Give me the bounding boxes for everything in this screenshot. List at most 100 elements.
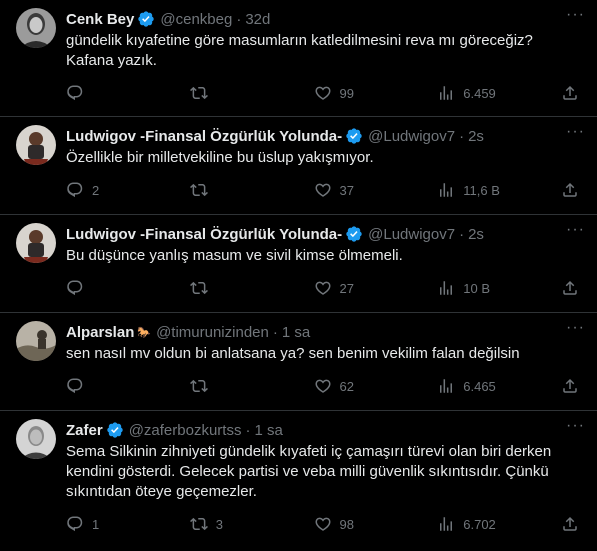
- action-bar: 99 6.459: [66, 83, 583, 103]
- separator: ·: [459, 225, 465, 243]
- timestamp[interactable]: 1 sa: [282, 324, 310, 341]
- author-name[interactable]: Cenk Bey: [66, 11, 134, 28]
- like-button[interactable]: 37: [314, 181, 438, 199]
- reply-button[interactable]: [66, 279, 190, 297]
- tweet-text: Sema Silkinin zihniyeti gündelik kıyafet…: [66, 442, 583, 502]
- reply-button[interactable]: 2: [66, 181, 190, 199]
- more-icon[interactable]: ···: [566, 320, 585, 336]
- horse-emoji-icon: 🐎: [137, 326, 152, 339]
- views-icon: [440, 517, 453, 531]
- more-icon[interactable]: ···: [566, 7, 585, 23]
- views-count: 6.465: [463, 378, 496, 394]
- like-button[interactable]: 27: [314, 279, 438, 297]
- share-button[interactable]: [561, 279, 579, 297]
- tweet-text-line: sen nasıl mv oldun bi anlatsana ya? sen …: [66, 345, 520, 362]
- share-icon: [563, 280, 577, 295]
- tweet-text: sen nasıl mv oldun bi anlatsana ya? sen …: [66, 344, 583, 364]
- views-icon: [440, 379, 453, 393]
- retweet-button[interactable]: [189, 181, 314, 199]
- like-button[interactable]: 99: [314, 84, 438, 102]
- views-count: 10 B: [463, 280, 490, 296]
- timestamp[interactable]: 32d: [245, 11, 270, 28]
- like-count: 27: [339, 280, 354, 296]
- more-icon[interactable]: ···: [566, 418, 585, 434]
- reply-button[interactable]: 1: [66, 515, 190, 533]
- retweet-button[interactable]: [189, 279, 314, 297]
- reply-button[interactable]: [66, 377, 190, 395]
- views-count: 11,6 B: [463, 182, 500, 198]
- verified-badge-icon: [137, 10, 155, 28]
- tweet[interactable]: Alparslan 🐎 @timurunizinden · 1 sa sen n…: [0, 313, 597, 411]
- share-icon: [563, 516, 577, 531]
- avatar[interactable]: [16, 8, 56, 48]
- separator: ·: [236, 10, 242, 28]
- share-button[interactable]: [561, 515, 579, 533]
- views-icon: [440, 183, 453, 197]
- author-handle[interactable]: @zaferbozkurtss: [129, 422, 242, 439]
- tweet-text: gündelik kıyafetine göre masumların katl…: [66, 31, 583, 71]
- views-button[interactable]: 10 B: [437, 279, 561, 297]
- views-button[interactable]: 6.459: [437, 84, 561, 102]
- reply-icon: [67, 182, 83, 198]
- like-button[interactable]: 62: [314, 377, 438, 395]
- views-icon: [440, 86, 453, 100]
- tweet-text: Bu düşünce yanlış masum ve sivil kimse ö…: [66, 246, 583, 266]
- timestamp[interactable]: 2s: [468, 128, 484, 145]
- more-icon[interactable]: ···: [566, 124, 585, 140]
- avatar[interactable]: [16, 419, 56, 459]
- avatar[interactable]: [16, 223, 56, 263]
- share-icon: [563, 182, 577, 197]
- reply-count: 2: [92, 182, 100, 198]
- author-name[interactable]: Ludwigov -Finansal Özgürlük Yolunda-: [66, 226, 342, 243]
- share-button[interactable]: [561, 377, 579, 395]
- action-bar: 27 10 B: [66, 278, 583, 298]
- tweet[interactable]: Ludwigov -Finansal Özgürlük Yolunda- @Lu…: [0, 215, 597, 313]
- tweet-text: Özellikle bir milletvekiline bu üslup ya…: [66, 148, 583, 168]
- reply-icon: [67, 516, 83, 532]
- tweet[interactable]: Ludwigov -Finansal Özgürlük Yolunda- @Lu…: [0, 117, 597, 215]
- author-name[interactable]: Ludwigov -Finansal Özgürlük Yolunda-: [66, 128, 342, 145]
- author-handle[interactable]: @timurunizinden: [156, 324, 269, 341]
- reply-button[interactable]: [66, 84, 190, 102]
- tweet-text-line: gündelik kıyafetine göre masumların katl…: [66, 32, 533, 49]
- retweet-icon: [189, 86, 208, 100]
- tweet[interactable]: Zafer @zaferbozkurtss · 1 sa Sema Silkin…: [0, 411, 597, 551]
- share-button[interactable]: [561, 181, 579, 199]
- like-icon: [314, 183, 331, 197]
- views-button[interactable]: 6.465: [437, 377, 561, 395]
- verified-badge-icon: [345, 225, 363, 243]
- tweet-text-line: sıkıntıdan öteye geçemezler.: [66, 483, 257, 500]
- views-button[interactable]: 6.702: [437, 515, 561, 533]
- views-count: 6.702: [463, 516, 496, 532]
- like-button[interactable]: 98: [314, 515, 438, 533]
- like-count: 37: [339, 182, 354, 198]
- more-icon[interactable]: ···: [566, 222, 585, 238]
- retweet-button[interactable]: [189, 377, 314, 395]
- tweet-text-line: Sema Silkinin zihniyeti gündelik kıyafet…: [66, 443, 552, 460]
- tweet-text-line: Kafana yazık.: [66, 52, 157, 69]
- action-bar: 2 37 11,6 B: [66, 180, 583, 200]
- author-handle[interactable]: @cenkbeg: [160, 11, 232, 28]
- avatar[interactable]: [16, 321, 56, 361]
- views-button[interactable]: 11,6 B: [437, 181, 561, 199]
- author-handle[interactable]: @Ludwigov7: [368, 226, 455, 243]
- separator: ·: [272, 323, 278, 341]
- like-icon: [314, 379, 331, 393]
- tweet-text-line: Bu düşünce yanlış masum ve sivil kimse ö…: [66, 247, 403, 264]
- timestamp[interactable]: 1 sa: [254, 422, 282, 439]
- author-name[interactable]: Zafer: [66, 422, 103, 439]
- like-count: 62: [339, 378, 354, 394]
- views-icon: [440, 281, 453, 295]
- timestamp[interactable]: 2s: [468, 226, 484, 243]
- retweet-button[interactable]: [189, 84, 314, 102]
- author-name[interactable]: Alparslan: [66, 324, 134, 341]
- action-bar: 62 6.465: [66, 376, 583, 396]
- retweet-button[interactable]: 3: [189, 515, 314, 533]
- share-button[interactable]: [561, 84, 579, 102]
- views-count: 6.459: [463, 85, 496, 101]
- like-count: 98: [339, 516, 354, 532]
- tweet[interactable]: Cenk Bey @cenkbeg · 32d gündelik kıyafet…: [0, 0, 597, 117]
- author-handle[interactable]: @Ludwigov7: [368, 128, 455, 145]
- avatar[interactable]: [16, 125, 56, 165]
- reply-icon: [67, 280, 83, 296]
